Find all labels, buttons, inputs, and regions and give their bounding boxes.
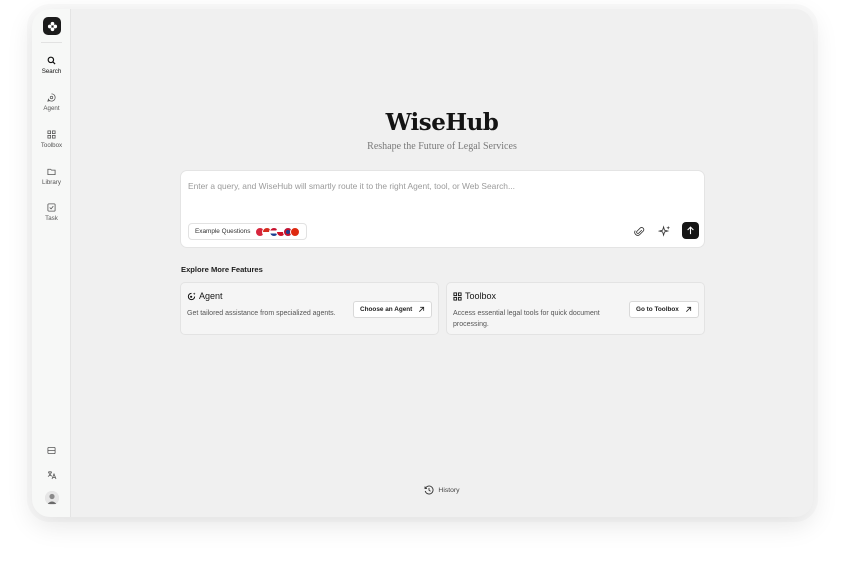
history-label: History [438, 486, 460, 494]
arrow-up-right-icon [419, 306, 425, 312]
choose-agent-button[interactable]: Choose an Agent [353, 301, 433, 318]
sidebar-item-label: Search [41, 68, 62, 75]
button-label: Go to Toolbox [636, 306, 679, 313]
sidebar-item-library[interactable]: Library [32, 167, 71, 193]
button-label: Choose an Agent [360, 306, 413, 313]
language-button[interactable] [46, 469, 57, 480]
sidebar-item-label: Library [42, 179, 61, 186]
sidebar: Search Agent Toolbox Library Task [32, 9, 71, 517]
feature-card-description: Get tailored assistance from specialized… [187, 310, 336, 317]
feature-card-header: Agent [187, 291, 223, 301]
feature-card-toolbox: Toolbox Access essential legal tools for… [446, 282, 705, 335]
sparkle-icon [658, 225, 671, 237]
sidebar-divider [41, 42, 62, 43]
panel-icon [47, 446, 56, 455]
flag-icon [290, 226, 301, 237]
folder-icon [47, 168, 56, 176]
user-avatar-icon [45, 491, 59, 505]
go-to-toolbox-button[interactable]: Go to Toolbox [629, 301, 699, 318]
sidebar-item-toolbox[interactable]: Toolbox [32, 130, 71, 156]
agent-sparkle-icon [187, 291, 196, 300]
explore-title: Explore More Features [181, 265, 263, 274]
app-window: Search Agent Toolbox Library Task WiseHu… [32, 9, 813, 517]
panel-toggle-button[interactable] [46, 445, 57, 456]
feature-card-title: Toolbox [465, 291, 497, 301]
toolbox-icon [47, 130, 56, 139]
send-button[interactable] [682, 222, 699, 239]
search-icon [47, 56, 56, 65]
sidebar-item-search[interactable]: Search [32, 56, 71, 82]
task-check-icon [47, 203, 56, 212]
attach-button[interactable] [632, 224, 647, 239]
sidebar-item-label: Agent [43, 105, 60, 112]
example-flags [255, 226, 301, 237]
tagline: Reshape the Future of Legal Services [367, 141, 517, 152]
sidebar-item-task[interactable]: Task [32, 203, 71, 229]
history-icon [424, 485, 434, 495]
toolbox-icon [453, 291, 462, 301]
enhance-button[interactable] [657, 224, 672, 239]
sidebar-item-agent[interactable]: Agent [32, 93, 71, 119]
feature-card-agent: Agent Get tailored assistance from speci… [180, 282, 439, 335]
example-questions-label: Example Questions [195, 228, 251, 235]
feature-card-description: Access essential legal tools for quick d… [453, 310, 600, 328]
page-title: WiseHub [385, 109, 499, 136]
avatar[interactable] [45, 491, 59, 505]
sidebar-item-label: Task [45, 215, 58, 222]
sidebar-item-label: Toolbox [40, 142, 63, 149]
feature-card-header: Toolbox [453, 291, 496, 301]
feature-card-title: Agent [199, 291, 223, 301]
paperclip-icon [634, 227, 645, 236]
logo-flower-icon [47, 21, 57, 31]
history-button[interactable]: History [71, 485, 813, 495]
agent-icon [47, 93, 56, 102]
arrow-up-icon [687, 226, 694, 235]
example-questions-button[interactable]: Example Questions [188, 223, 308, 240]
arrow-up-right-icon [685, 306, 691, 312]
app-logo[interactable] [43, 17, 61, 35]
search-input[interactable] [188, 179, 688, 193]
translate-icon [47, 470, 56, 479]
query-box: Example Questions [180, 170, 705, 248]
main-content: WiseHub Reshape the Future of Legal Serv… [71, 9, 813, 517]
